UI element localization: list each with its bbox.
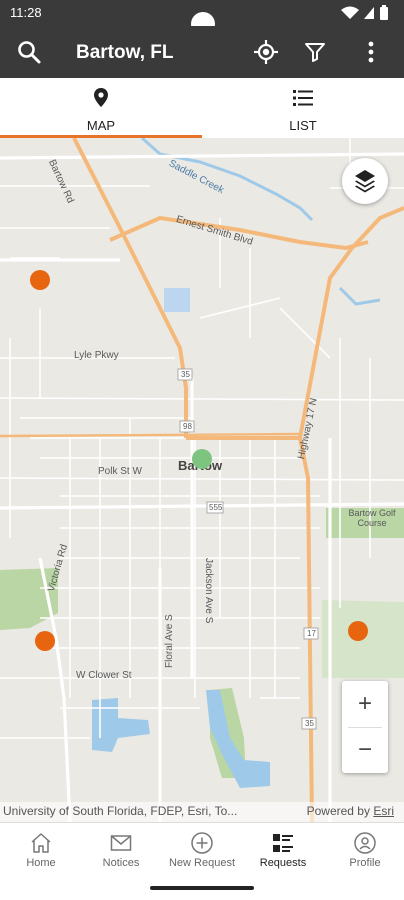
nav-requests[interactable]: Requests bbox=[252, 823, 314, 875]
request-marker[interactable] bbox=[30, 270, 50, 290]
esri-link[interactable]: Esri bbox=[373, 804, 394, 818]
map-label-route35b: 35 bbox=[305, 719, 314, 728]
map-label-route35: 35 bbox=[181, 370, 190, 379]
zoom-out-button[interactable]: − bbox=[342, 727, 388, 773]
request-marker[interactable] bbox=[348, 621, 368, 641]
map-pin-icon bbox=[94, 88, 108, 107]
map-label-floral: Floral Ave S bbox=[164, 614, 175, 668]
gesture-handle[interactable] bbox=[150, 886, 254, 890]
map-attribution: University of South Florida, FDEP, Esri,… bbox=[0, 802, 404, 822]
filter-icon[interactable] bbox=[302, 39, 328, 65]
nav-notices[interactable]: Notices bbox=[90, 823, 152, 875]
nav-requests-label: Requests bbox=[259, 857, 307, 869]
status-time: 11:28 bbox=[10, 5, 42, 20]
layers-button[interactable] bbox=[342, 158, 388, 204]
powered-by: Powered by Esri bbox=[307, 804, 394, 818]
profile-icon bbox=[354, 832, 376, 854]
map-view[interactable]: Bartow Rd Saddle Creek Ernest Smith Blvd… bbox=[0, 138, 404, 822]
list-icon bbox=[293, 90, 313, 106]
map-label-golf: Bartow Golf Course bbox=[348, 508, 396, 528]
current-location-marker[interactable] bbox=[192, 449, 212, 469]
home-icon bbox=[31, 833, 51, 853]
zoom-in-button[interactable]: + bbox=[342, 681, 388, 727]
gesture-area bbox=[0, 874, 404, 900]
tab-map-label: MAP bbox=[86, 118, 116, 133]
map-label-clower: W Clower St bbox=[76, 670, 132, 681]
powered-by-label: Powered by bbox=[306, 804, 370, 818]
tab-map[interactable]: MAP bbox=[0, 78, 202, 138]
nav-profile[interactable]: Profile bbox=[334, 823, 396, 875]
nav-profile-label: Profile bbox=[349, 857, 381, 869]
tab-list[interactable]: LIST bbox=[202, 78, 404, 138]
view-tabs: MAP LIST bbox=[0, 78, 404, 138]
tab-list-label: LIST bbox=[289, 118, 317, 133]
nav-home-label: Home bbox=[26, 857, 56, 869]
map-label-polk: Polk St W bbox=[98, 466, 142, 477]
nav-new-request-label: New Request bbox=[168, 857, 236, 869]
map-label-jackson: Jackson Ave S bbox=[203, 558, 214, 624]
nav-new-request[interactable]: New Request bbox=[162, 823, 242, 875]
map-label-route98: 98 bbox=[183, 422, 192, 431]
map-label-route555: 555 bbox=[209, 503, 223, 512]
requests-icon bbox=[273, 834, 293, 852]
nav-notices-label: Notices bbox=[102, 857, 140, 869]
zoom-controls: + − bbox=[342, 681, 388, 773]
search-icon[interactable] bbox=[16, 39, 42, 65]
layers-icon bbox=[355, 170, 375, 193]
bottom-nav: Home Notices New Request Requests Profil… bbox=[0, 822, 404, 875]
status-icons bbox=[338, 4, 394, 22]
wifi-icon bbox=[341, 5, 388, 20]
mail-icon bbox=[110, 835, 132, 851]
more-vert-icon[interactable] bbox=[358, 39, 384, 65]
map-label-route17: 17 bbox=[307, 629, 316, 638]
locate-icon[interactable] bbox=[253, 39, 279, 65]
request-marker[interactable] bbox=[35, 631, 55, 651]
nav-home[interactable]: Home bbox=[10, 823, 72, 875]
attribution-text: University of South Florida, FDEP, Esri,… bbox=[3, 804, 238, 818]
map-label-lyle: Lyle Pkwy bbox=[74, 350, 119, 361]
page-title: Bartow, FL bbox=[76, 42, 174, 63]
app-bar: Bartow, FL bbox=[0, 26, 404, 78]
add-circle-icon bbox=[191, 832, 213, 854]
